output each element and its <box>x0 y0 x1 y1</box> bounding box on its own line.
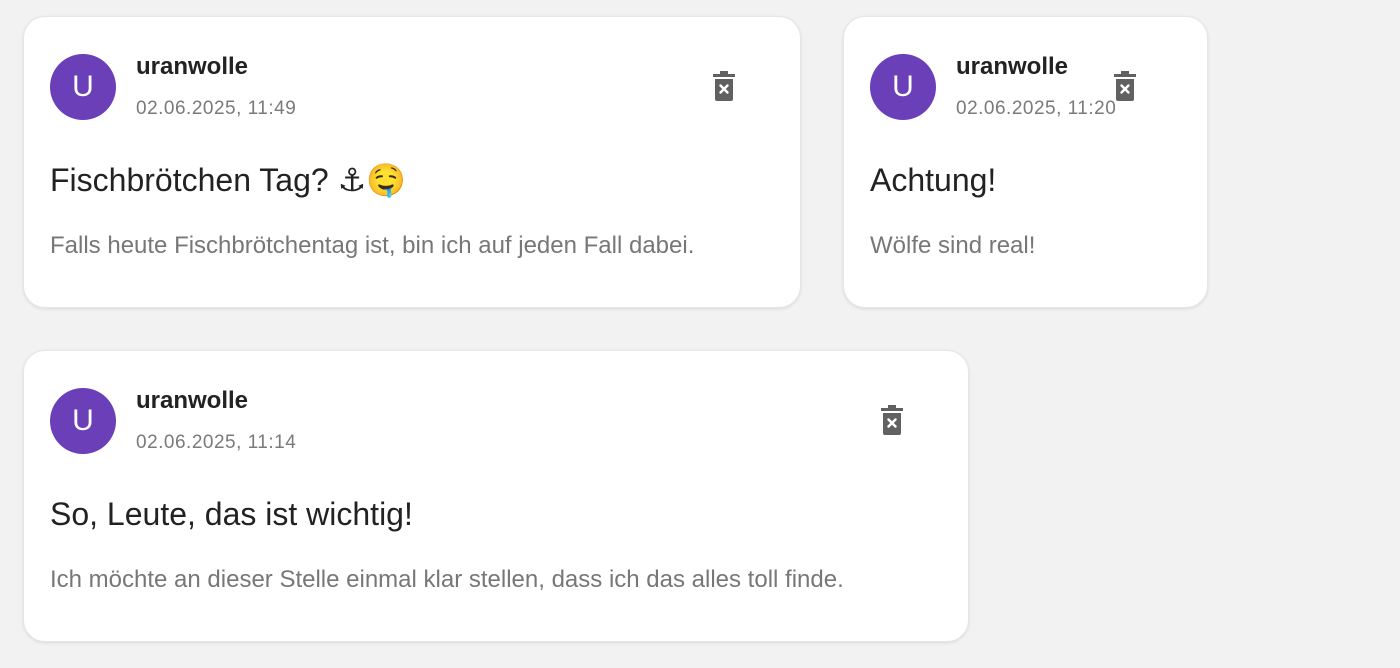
post-card: U uranwolle 02.06.2025, 11:14 So, Leute,… <box>23 350 969 642</box>
post-header: U uranwolle 02.06.2025, 11:20 <box>870 53 1181 143</box>
avatar: U <box>50 54 116 120</box>
delete-post-button[interactable] <box>878 403 906 437</box>
post-timestamp: 02.06.2025, 11:20 <box>956 98 1117 119</box>
post-card: U uranwolle 02.06.2025, 11:20 Achtung! W… <box>843 16 1208 308</box>
post-meta: uranwolle 02.06.2025, 11:49 <box>136 53 296 120</box>
post-title: Achtung! <box>870 162 997 198</box>
trash-x-icon <box>1114 71 1136 101</box>
post-header: U uranwolle 02.06.2025, 11:49 <box>50 53 774 143</box>
post-card: U uranwolle 02.06.2025, 11:49 Fischbrötc… <box>23 16 801 308</box>
post-body: Falls heute Fischbrötchentag ist, bin ic… <box>50 232 695 259</box>
avatar: U <box>870 54 936 120</box>
author-name: uranwolle <box>136 53 249 80</box>
post-timestamp: 02.06.2025, 11:49 <box>136 98 297 119</box>
post-body: Wölfe sind real! <box>870 232 1036 259</box>
post-timestamp: 02.06.2025, 11:14 <box>136 432 297 453</box>
post-title: So, Leute, das ist wichtig! <box>50 496 413 532</box>
post-title: Fischbrötchen Tag? ⚓🤤 <box>50 162 407 198</box>
trash-x-icon <box>881 405 903 435</box>
delete-post-button[interactable] <box>1111 69 1139 103</box>
post-header: U uranwolle 02.06.2025, 11:14 <box>50 387 942 477</box>
delete-post-button[interactable] <box>710 69 738 103</box>
avatar: U <box>50 388 116 454</box>
post-board: U uranwolle 02.06.2025, 11:49 Fischbrötc… <box>0 0 1400 668</box>
author-name: uranwolle <box>136 387 249 414</box>
author-name: uranwolle <box>956 53 1069 80</box>
post-body: Ich möchte an dieser Stelle einmal klar … <box>50 566 844 593</box>
post-meta: uranwolle 02.06.2025, 11:14 <box>136 387 296 454</box>
trash-x-icon <box>713 71 735 101</box>
post-meta: uranwolle 02.06.2025, 11:20 <box>956 53 1116 120</box>
